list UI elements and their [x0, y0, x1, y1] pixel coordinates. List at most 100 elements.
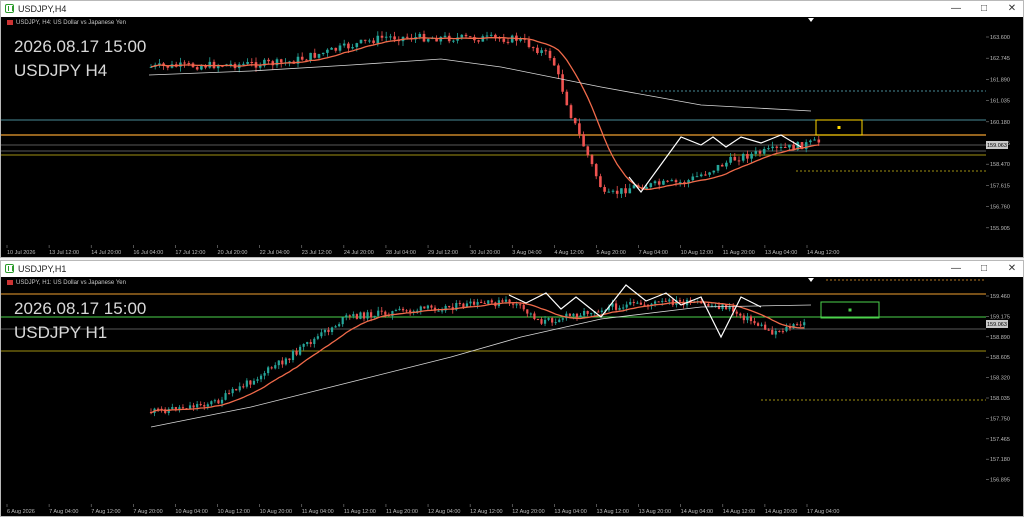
candle-body: [238, 386, 241, 391]
chart-shift-marker: [808, 18, 814, 22]
title-bar[interactable]: USDJPY,H1 — □ ✕: [1, 261, 1023, 277]
time-label: 14 Aug 20:00: [765, 509, 797, 515]
chart-canvas[interactable]: 159.460 159.175 158.890 158.605 158.320 158.0…: [1, 277, 1023, 516]
candle-body: [762, 148, 766, 154]
candle-body: [586, 311, 589, 314]
candle-body: [695, 176, 699, 178]
minimize-icon[interactable]: —: [951, 1, 961, 17]
time-label: 11 Aug 20:00: [723, 250, 755, 256]
time-label: 17 Jul 12:00: [175, 250, 205, 256]
time-label: 13 Aug 04:00: [765, 250, 797, 256]
candle-body: [668, 299, 671, 302]
time-label: 11 Aug 20:00: [386, 509, 418, 515]
candle-body: [295, 350, 298, 355]
candle-body: [252, 380, 256, 385]
candle-body: [309, 52, 312, 60]
candle-body: [249, 380, 252, 385]
price-label: 161.035: [990, 99, 1010, 105]
candle-body: [536, 319, 540, 321]
candle-body: [625, 304, 628, 308]
price-label: 157.750: [990, 416, 1010, 422]
price-label: 162.745: [990, 56, 1010, 62]
title-bar[interactable]: USDJPY,H4 — □ ✕: [1, 1, 1023, 17]
candle-body: [426, 39, 430, 42]
price-label: 158.470: [990, 162, 1010, 168]
candle-body: [220, 399, 224, 404]
candle-body: [657, 181, 661, 185]
close-icon[interactable]: ✕: [1007, 1, 1017, 17]
candle-body: [561, 74, 564, 92]
candle-body: [519, 304, 522, 306]
candle-body: [317, 54, 321, 58]
candle-body: [258, 65, 262, 68]
candle-body: [526, 309, 529, 314]
candle-body: [670, 180, 674, 182]
candle-body: [599, 176, 602, 188]
price-chart-h4[interactable]: 163.600162.745161.890161.035160.180159.3…: [1, 17, 1023, 257]
candle-body: [338, 324, 341, 327]
candle-body: [302, 343, 305, 347]
candle-body: [316, 336, 319, 339]
candle-body: [590, 155, 594, 165]
time-label: 10 Aug 12:00: [218, 509, 250, 515]
candle-body: [210, 401, 213, 405]
candle-body: [767, 148, 770, 150]
overlay-symbol: USDJPY H4: [14, 61, 108, 80]
candle-body: [472, 301, 476, 305]
chart-window-icon: [5, 4, 14, 13]
time-label: 14 Aug 12:00: [723, 509, 755, 515]
candle-body: [323, 329, 327, 333]
candle-body: [183, 62, 186, 64]
candle-body: [326, 49, 329, 53]
candle-body: [704, 174, 707, 176]
minimize-icon[interactable]: —: [951, 261, 961, 277]
zone-marker: [848, 308, 852, 312]
candle-body: [572, 313, 575, 316]
candle-body: [712, 170, 716, 173]
price-chart-h1[interactable]: 159.460 159.175 158.890 158.605 158.320 158.0…: [1, 277, 1023, 516]
candle-body: [720, 164, 724, 167]
price-label: 158.890: [990, 335, 1010, 341]
candle-body: [771, 329, 774, 335]
candle-body: [423, 306, 426, 309]
candle-body: [217, 400, 220, 404]
time-label: 7 Aug 04:00: [639, 250, 668, 256]
candle-body: [250, 62, 254, 64]
time-label: 11 Aug 04:00: [302, 509, 334, 515]
close-icon[interactable]: ✕: [1007, 261, 1017, 277]
candle-body: [401, 308, 405, 311]
candle-body: [778, 330, 781, 332]
candle-body: [515, 304, 518, 306]
time-label: 12 Aug 04:00: [428, 509, 460, 515]
candle-body: [707, 303, 710, 307]
maximize-icon[interactable]: □: [979, 1, 989, 17]
candle-body: [405, 310, 408, 312]
candle-body: [533, 313, 536, 320]
candle-body: [657, 301, 660, 303]
candle-body: [632, 185, 636, 189]
candle-body: [578, 123, 581, 135]
candle-body: [259, 375, 263, 380]
candle-body: [246, 62, 249, 64]
chart-window-h4[interactable]: USDJPY,H4 — □ ✕ 163.600 162.745 161.890 161…: [0, 0, 1024, 258]
ma-slow-line: [148, 58, 812, 112]
candle-body: [187, 62, 191, 64]
time-label: 13 Aug 12:00: [596, 509, 628, 515]
time-label: 13 Aug 04:00: [554, 509, 586, 515]
candle-body: [199, 404, 202, 406]
candle-body: [573, 117, 577, 124]
chart-window-h1[interactable]: USDJPY,H1 — □ ✕ 159.460 159.175 158.890 158…: [0, 260, 1024, 517]
candle-body: [458, 303, 461, 305]
candle-body: [334, 326, 337, 328]
candle-body: [754, 151, 758, 154]
chart-canvas[interactable]: 163.600162.745161.890161.035160.180159.3…: [1, 17, 1023, 257]
candle-body: [551, 318, 554, 323]
maximize-icon[interactable]: □: [979, 261, 989, 277]
time-label: 17 Aug 04:00: [807, 509, 839, 515]
candle-body: [781, 331, 784, 333]
candle-body: [544, 50, 548, 52]
candle-body: [342, 43, 346, 46]
candle-body: [558, 319, 561, 323]
price-label: 159.175: [990, 314, 1010, 320]
candle-body: [506, 41, 510, 43]
